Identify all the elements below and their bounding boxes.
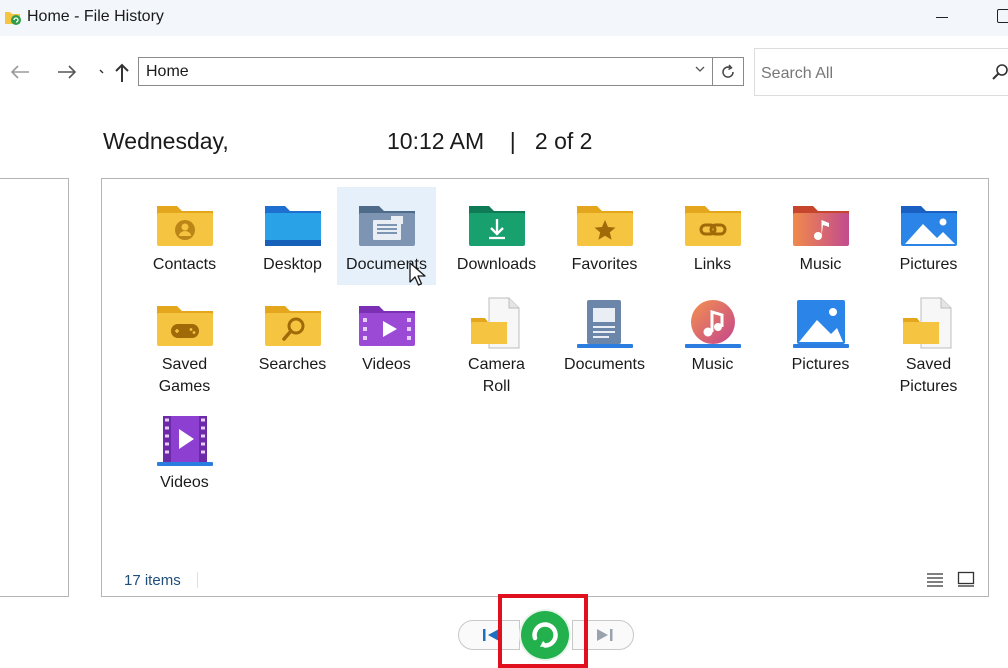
file-list-pane: Contacts Desktop Documents Downloads Favori… <box>101 178 989 597</box>
file-item[interactable]: Pictures <box>771 287 870 376</box>
file-item[interactable]: Music <box>663 287 762 376</box>
navigation-bar: Home Search All <box>0 36 1008 102</box>
arrow-right-icon <box>58 65 77 79</box>
minimize-button[interactable] <box>934 8 950 24</box>
file-item[interactable]: Desktop <box>243 187 342 276</box>
chevron-down-icon[interactable] <box>694 63 706 75</box>
documents-folder-icon <box>358 206 415 246</box>
file-item-label: Desktop <box>263 256 322 273</box>
file-item[interactable]: Music <box>771 187 870 276</box>
file-item-label: Saved Pictures <box>899 356 958 395</box>
music-library-icon <box>684 300 741 348</box>
title-bar: Home - File History <box>0 0 1008 36</box>
pictures-folder-icon <box>900 206 957 246</box>
file-item-label: Pictures <box>899 256 958 273</box>
recent-locations-button[interactable] <box>96 62 108 82</box>
search-placeholder: Search All <box>761 65 834 82</box>
arrow-up-icon <box>115 63 129 82</box>
next-version-icon <box>597 629 613 641</box>
file-item-label: Downloads <box>456 256 537 273</box>
mouse-cursor-icon <box>409 262 426 286</box>
file-item[interactable]: Documents <box>555 287 654 376</box>
links-folder-icon <box>684 206 741 246</box>
snapshot-time-page: 10:12 AM | 2 of 2 <box>387 128 593 154</box>
favorites-folder-icon <box>576 206 633 246</box>
file-item[interactable]: Videos <box>135 405 234 494</box>
refresh-icon <box>722 64 734 78</box>
camera-roll-folder-icon <box>470 297 519 349</box>
file-item[interactable]: Saved Games <box>135 287 234 398</box>
back-button[interactable] <box>8 62 32 82</box>
status-divider <box>197 572 198 588</box>
up-button[interactable] <box>110 62 134 82</box>
file-item-label: Searches <box>258 356 327 373</box>
forward-button[interactable] <box>55 62 79 82</box>
snapshot-date: Wednesday, <box>103 128 229 154</box>
file-item-label: Links <box>693 256 732 273</box>
file-item[interactable]: Links <box>663 187 762 276</box>
documents-library-icon <box>576 300 633 348</box>
large-icons-view-icon[interactable] <box>957 570 975 588</box>
search-icon[interactable] <box>991 63 1008 81</box>
desktop-folder-icon <box>264 206 321 246</box>
chevron-down-icon <box>99 69 104 74</box>
address-bar[interactable]: Home <box>138 57 713 86</box>
item-count: 17 items <box>124 572 181 589</box>
arrow-left-icon <box>10 65 29 79</box>
file-item-label: Pictures <box>791 356 850 373</box>
contacts-folder-icon <box>156 206 213 246</box>
file-item-label: Contacts <box>152 256 217 273</box>
saved-pictures-folder-icon <box>902 297 951 349</box>
file-item-label: Documents <box>564 356 645 373</box>
music-folder-icon <box>792 206 849 246</box>
file-item-label: Music <box>691 356 734 373</box>
file-item[interactable]: Downloads <box>447 187 546 276</box>
navigation-pane[interactable] <box>0 178 69 597</box>
searches-folder-icon <box>264 306 321 346</box>
file-item[interactable]: Searches <box>243 287 342 376</box>
search-box[interactable]: Search All <box>754 48 1008 96</box>
downloads-folder-icon <box>468 206 525 246</box>
file-item[interactable]: Saved Pictures <box>879 287 978 398</box>
window-title: Home - File History <box>27 8 164 25</box>
file-item[interactable]: Camera Roll <box>447 287 546 398</box>
maximize-button[interactable] <box>997 9 1008 23</box>
file-item[interactable]: Videos <box>337 287 436 376</box>
saved-games-folder-icon <box>156 306 213 346</box>
refresh-button[interactable] <box>713 57 744 86</box>
pictures-library-icon <box>792 300 849 348</box>
address-text: Home <box>146 63 189 80</box>
file-item-label: Saved Games <box>158 356 211 395</box>
file-item[interactable]: Favorites <box>555 187 654 276</box>
file-item-label: Favorites <box>571 256 638 273</box>
file-item[interactable]: Contacts <box>135 187 234 276</box>
details-view-icon[interactable] <box>926 571 944 589</box>
file-item[interactable]: Pictures <box>879 187 978 276</box>
file-item-label: Videos <box>160 474 209 491</box>
file-history-icon <box>5 12 21 25</box>
restore-button-highlight <box>498 594 588 668</box>
file-item-label: Music <box>799 256 842 273</box>
file-item-label: Camera Roll <box>468 356 525 395</box>
videos-folder-icon <box>358 306 415 346</box>
videos-library-icon <box>156 416 213 466</box>
file-item-label: Videos <box>362 356 411 373</box>
